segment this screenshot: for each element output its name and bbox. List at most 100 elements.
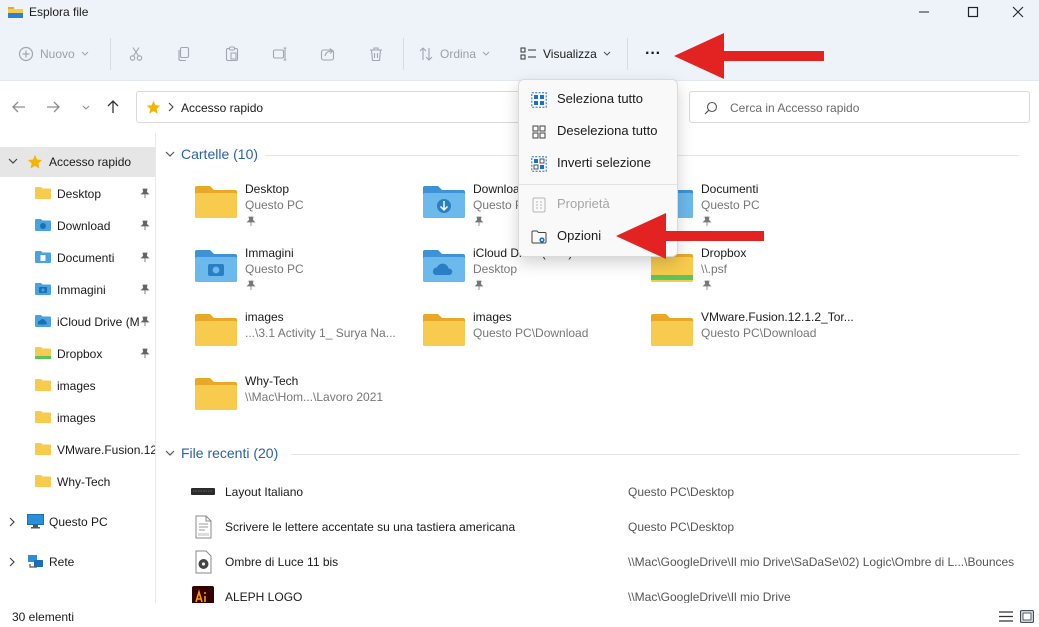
back-arrow-icon[interactable]	[10, 98, 28, 116]
sidebar-item-label: Rete	[49, 555, 75, 569]
folder-location: ...\3.1 Activity 1_ Surya Na...	[245, 326, 396, 340]
chevron-down-icon	[165, 151, 175, 157]
toolbar-separator	[403, 38, 404, 70]
select-all-icon	[531, 92, 547, 108]
audio-file-icon	[195, 550, 212, 574]
sidebar-item-images[interactable]: images	[0, 371, 155, 401]
pin-icon	[474, 216, 484, 226]
folder-tile-images[interactable]: images Questo PC\Download	[385, 308, 605, 364]
folder-tile-images[interactable]: images ...\3.1 Activity 1_ Surya Na...	[157, 308, 396, 364]
minimize-button[interactable]	[901, 0, 947, 26]
rename-button[interactable]	[272, 40, 288, 68]
folder-icon	[651, 314, 693, 346]
pin-icon	[702, 280, 712, 290]
pin-icon	[246, 280, 256, 290]
more-dots-icon: ···	[645, 45, 661, 62]
recent-file-row[interactable]: ALEPH LOGO \\Mac\GoogleDrive\Il mio Driv…	[157, 579, 1039, 603]
folder-icon	[195, 186, 237, 218]
new-button[interactable]: Nuovo	[18, 40, 89, 68]
download-folder-icon	[423, 186, 465, 218]
title-bar: Esplora file	[0, 0, 1039, 26]
menu-item-invert-selection[interactable]: Inverti selezione	[523, 148, 673, 178]
folder-tile-why-tech[interactable]: Why-Tech \\Mac\Hom...\Lavoro 2021	[157, 372, 383, 428]
pin-icon	[140, 348, 150, 358]
more-options-button[interactable]: ···	[640, 40, 666, 68]
icloud-folder-icon	[423, 250, 465, 282]
cut-button[interactable]	[128, 40, 144, 68]
recent-section-header[interactable]: File recenti (20)	[165, 445, 278, 461]
maximize-button[interactable]	[950, 0, 996, 26]
folder-icon	[423, 314, 465, 346]
sidebar-item-immagini[interactable]: Immagini	[0, 275, 155, 305]
sidebar-item-label: Questo PC	[49, 515, 108, 529]
share-button[interactable]	[320, 40, 336, 68]
recent-file-path: \\Mac\GoogleDrive\Il mio Drive	[628, 590, 791, 603]
folders-section-header[interactable]: Cartelle (10)	[165, 146, 258, 162]
up-arrow-icon[interactable]	[104, 98, 122, 116]
folder-name: Desktop	[245, 182, 290, 196]
folder-tile-immagini[interactable]: Immagini Questo PC	[157, 244, 377, 300]
file-explorer-window: Esplora file Nuovo Ordina Visualizza ···…	[0, 0, 1039, 627]
paste-button[interactable]	[224, 40, 240, 68]
recent-file-name: Layout Italiano	[225, 485, 304, 499]
folder-name: images	[245, 310, 284, 324]
menu-item-label: Inverti selezione	[557, 155, 651, 170]
recent-file-path: Questo PC\Desktop	[628, 520, 735, 534]
details-view-icon[interactable]	[999, 611, 1013, 622]
menu-item-label: Seleziona tutto	[557, 91, 644, 106]
sidebar-item-vmware-fusion[interactable]: VMware.Fusion.12	[0, 435, 155, 465]
chevron-down-icon	[8, 158, 18, 164]
add-circle-icon	[18, 46, 34, 62]
sidebar-item-images[interactable]: images	[0, 403, 155, 433]
chevron-right-icon	[168, 102, 174, 112]
sidebar-item-network[interactable]: Rete	[0, 547, 155, 577]
menu-item-label: Opzioni	[557, 228, 602, 243]
chevron-right-icon	[9, 557, 15, 567]
menu-item-deselect-all[interactable]: Deseleziona tutto	[523, 116, 673, 146]
recent-file-row[interactable]: Ombre di Luce 11 bis \\Mac\GoogleDrive\I…	[157, 544, 1039, 579]
folder-location: Questo PC	[245, 198, 304, 212]
sidebar-item-desktop[interactable]: Desktop	[0, 179, 155, 209]
sidebar-item-why-tech[interactable]: Why-Tech	[0, 467, 155, 497]
chevron-right-icon	[9, 517, 15, 527]
recent-file-row[interactable]: Layout Italiano Questo PC\Desktop	[157, 474, 1039, 509]
delete-button[interactable]	[368, 40, 384, 68]
close-button[interactable]	[995, 0, 1039, 26]
toolbar-separator	[110, 38, 111, 70]
copy-button[interactable]	[176, 40, 192, 68]
folder-tile-vmware-fusion[interactable]: VMware.Fusion.12.1.2_Tor... Questo PC\Do…	[613, 308, 854, 364]
sort-icon	[419, 47, 433, 61]
star-icon	[146, 100, 161, 114]
toolbar-separator	[627, 38, 628, 70]
sidebar-item-this-pc[interactable]: Questo PC	[0, 507, 155, 537]
recent-locations-chevron-icon[interactable]	[77, 98, 95, 116]
red-arrow-annotation	[674, 33, 824, 79]
view-button[interactable]: Visualizza	[520, 40, 611, 68]
folder-icon	[35, 187, 51, 199]
menu-item-select-all[interactable]: Seleziona tutto	[523, 84, 673, 114]
folder-name: Documenti	[701, 182, 759, 196]
folder-icon	[195, 378, 237, 410]
forward-arrow-icon[interactable]	[44, 98, 62, 116]
sidebar-item-documenti[interactable]: Documenti	[0, 243, 155, 273]
folder-name: Immagini	[245, 246, 294, 260]
illustrator-file-icon	[192, 586, 214, 603]
sidebar-item-quick-access[interactable]: Accesso rapido	[0, 147, 155, 177]
search-icon	[704, 101, 718, 115]
search-box[interactable]: Cerca in Accesso rapido	[689, 91, 1030, 123]
sidebar-item-download[interactable]: Download	[0, 211, 155, 241]
sidebar-item-dropbox[interactable]: Dropbox	[0, 339, 155, 369]
folder-tile-desktop[interactable]: Desktop Questo PC	[157, 180, 377, 236]
status-bar: 30 elementi	[0, 603, 1039, 627]
sidebar-item-icloud-drive[interactable]: iCloud Drive (M	[0, 307, 155, 337]
pin-icon	[140, 188, 150, 198]
trash-icon	[370, 47, 382, 62]
maximize-icon	[967, 6, 979, 18]
keyboard-image-icon	[191, 488, 215, 495]
recent-file-row[interactable]: Scrivere le lettere accentate su una tas…	[157, 509, 1039, 544]
chevron-down-icon	[603, 51, 611, 56]
folder-location: Questo PC\Download	[701, 326, 817, 340]
sort-button[interactable]: Ordina	[418, 40, 490, 68]
chevron-down-icon	[482, 51, 490, 56]
tiles-view-icon[interactable]	[1020, 610, 1034, 623]
